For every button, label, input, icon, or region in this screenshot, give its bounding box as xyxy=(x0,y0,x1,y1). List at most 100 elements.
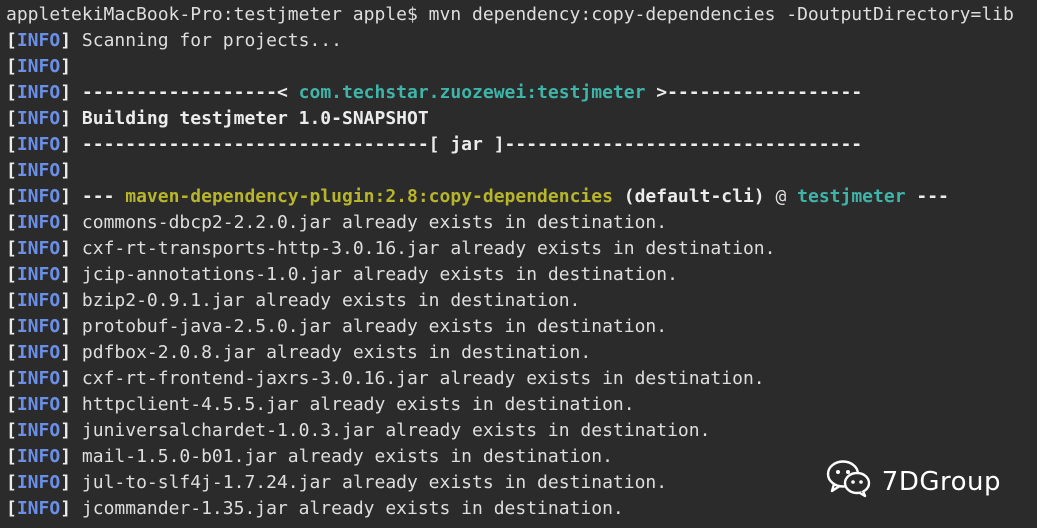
log-line: [INFO] xyxy=(6,158,1037,184)
log-bracket: [ xyxy=(6,238,17,259)
log-bracket: ] xyxy=(60,264,82,285)
log-level-tag: INFO xyxy=(16,290,61,311)
log-text-plain: cxf-rt-frontend-jaxrs-3.0.16.jar already… xyxy=(81,368,765,389)
log-text-plain: juniversalchardet-1.0.3.jar already exis… xyxy=(81,420,711,441)
log-bracket: ] xyxy=(60,472,82,493)
log-bracket: [ xyxy=(6,394,17,415)
log-line: [INFO] juniversalchardet-1.0.3.jar alrea… xyxy=(6,418,1037,444)
log-bracket: ] xyxy=(60,134,82,155)
log-bracket: [ xyxy=(6,342,17,363)
log-bracket: ] xyxy=(60,212,82,233)
log-level-tag: INFO xyxy=(16,186,61,207)
log-level-tag: INFO xyxy=(16,342,61,363)
log-level-tag: INFO xyxy=(16,446,61,467)
log-bracket: ] xyxy=(60,186,82,207)
log-text-plain: commons-dbcp2-2.2.0.jar already exists i… xyxy=(81,212,668,233)
log-level-tag: INFO xyxy=(16,30,61,51)
log-level-tag: INFO xyxy=(16,108,61,129)
log-level-tag: INFO xyxy=(16,160,61,181)
log-text-bold: ------------------< xyxy=(81,82,299,103)
log-bracket: ] xyxy=(60,368,82,389)
log-bracket: [ xyxy=(6,420,17,441)
log-level-tag: INFO xyxy=(16,82,61,103)
log-text-bold: --- xyxy=(905,186,949,207)
log-text-plain: httpclient-4.5.5.jar already exists in d… xyxy=(81,394,635,415)
log-bracket: [ xyxy=(6,108,17,129)
log-bracket: ] xyxy=(60,82,82,103)
log-text-teal: testjmeter xyxy=(797,186,906,207)
log-text-bold: Building testjmeter 1.0-SNAPSHOT xyxy=(81,108,429,129)
log-text-plain: @ xyxy=(764,186,798,207)
log-line: [INFO] httpclient-4.5.5.jar already exis… xyxy=(6,392,1037,418)
log-bracket: ] xyxy=(60,160,82,181)
log-bracket: [ xyxy=(6,290,17,311)
log-level-tag: INFO xyxy=(16,368,61,389)
log-line: [INFO] --------------------------------[… xyxy=(6,132,1037,158)
log-bracket: [ xyxy=(6,160,17,181)
log-level-tag: INFO xyxy=(16,212,61,233)
log-bracket: [ xyxy=(6,56,17,77)
log-line: [INFO] pdfbox-2.0.8.jar already exists i… xyxy=(6,340,1037,366)
log-bracket: [ xyxy=(6,498,17,519)
log-bracket: ] xyxy=(60,108,82,129)
log-text-yellow: maven-dependency-plugin:2.8:copy-depende… xyxy=(125,186,613,207)
log-line: [INFO] Scanning for projects... xyxy=(6,28,1037,54)
log-line: [INFO] xyxy=(6,54,1037,80)
log-bracket: ] xyxy=(60,342,82,363)
watermark-text: 7DGroup xyxy=(881,467,1001,497)
wechat-icon xyxy=(826,458,872,506)
log-level-tag: INFO xyxy=(16,472,61,493)
log-bracket: ] xyxy=(60,394,82,415)
log-text-plain: mail-1.5.0-b01.jar already exists in des… xyxy=(81,446,613,467)
log-bracket: [ xyxy=(6,212,17,233)
log-bracket: [ xyxy=(6,316,17,337)
log-level-tag: INFO xyxy=(16,238,61,259)
terminal-window[interactable]: appletekiMacBook-Pro:testjmeter apple$ m… xyxy=(0,0,1037,528)
log-line: [INFO] ------------------< com.techstar.… xyxy=(6,80,1037,106)
log-line: [INFO] protobuf-java-2.5.0.jar already e… xyxy=(6,314,1037,340)
log-text-plain: jcommander-1.35.jar already exists in de… xyxy=(81,498,624,519)
log-bracket: [ xyxy=(6,186,17,207)
log-bracket: [ xyxy=(6,264,17,285)
log-line: [INFO] Building testjmeter 1.0-SNAPSHOT xyxy=(6,106,1037,132)
log-output: [INFO] Scanning for projects... [INFO] [I… xyxy=(6,28,1037,522)
log-text-bold: --- xyxy=(81,186,126,207)
log-line: [INFO] cxf-rt-frontend-jaxrs-3.0.16.jar … xyxy=(6,366,1037,392)
log-line: [INFO] jcip-annotations-1.0.jar already … xyxy=(6,262,1037,288)
log-text-plain: protobuf-java-2.5.0.jar already exists i… xyxy=(81,316,668,337)
log-level-tag: INFO xyxy=(16,420,61,441)
log-bracket: ] xyxy=(60,420,82,441)
log-bracket: ] xyxy=(60,56,82,77)
log-bracket: [ xyxy=(6,134,17,155)
log-text-plain: bzip2-0.9.1.jar already exists in destin… xyxy=(81,290,581,311)
log-line: [INFO] --- maven-dependency-plugin:2.8:c… xyxy=(6,184,1037,210)
log-text-bold: --------------------------------[ jar ]-… xyxy=(81,134,863,155)
log-level-tag: INFO xyxy=(16,56,61,77)
log-text-bold: (default-cli) xyxy=(612,186,765,207)
log-line: [INFO] commons-dbcp2-2.2.0.jar already e… xyxy=(6,210,1037,236)
log-bracket: ] xyxy=(60,238,82,259)
log-level-tag: INFO xyxy=(16,134,61,155)
command-prompt-line: appletekiMacBook-Pro:testjmeter apple$ m… xyxy=(6,4,1014,25)
log-bracket: [ xyxy=(6,368,17,389)
log-bracket: ] xyxy=(60,446,82,467)
log-level-tag: INFO xyxy=(16,394,61,415)
log-bracket: ] xyxy=(60,498,82,519)
log-level-tag: INFO xyxy=(16,316,61,337)
log-text-plain: jul-to-slf4j-1.7.24.jar already exists i… xyxy=(81,472,668,493)
log-text-teal: com.techstar.zuozewei:testjmeter xyxy=(298,82,646,103)
log-bracket: [ xyxy=(6,30,17,51)
log-line: [INFO] cxf-rt-transports-http-3.0.16.jar… xyxy=(6,236,1037,262)
log-text-plain: cxf-rt-transports-http-3.0.16.jar alread… xyxy=(81,238,776,259)
log-bracket: ] xyxy=(60,316,82,337)
log-text-plain: jcip-annotations-1.0.jar already exists … xyxy=(81,264,678,285)
log-bracket: [ xyxy=(6,446,17,467)
log-text-plain: Scanning for projects... xyxy=(81,30,342,51)
log-bracket: [ xyxy=(6,472,17,493)
watermark: 7DGroup xyxy=(826,460,1001,502)
log-bracket: ] xyxy=(60,290,82,311)
log-line: [INFO] bzip2-0.9.1.jar already exists in… xyxy=(6,288,1037,314)
log-bracket: ] xyxy=(60,30,82,51)
log-text-bold: >------------------ xyxy=(645,82,863,103)
log-level-tag: INFO xyxy=(16,264,61,285)
